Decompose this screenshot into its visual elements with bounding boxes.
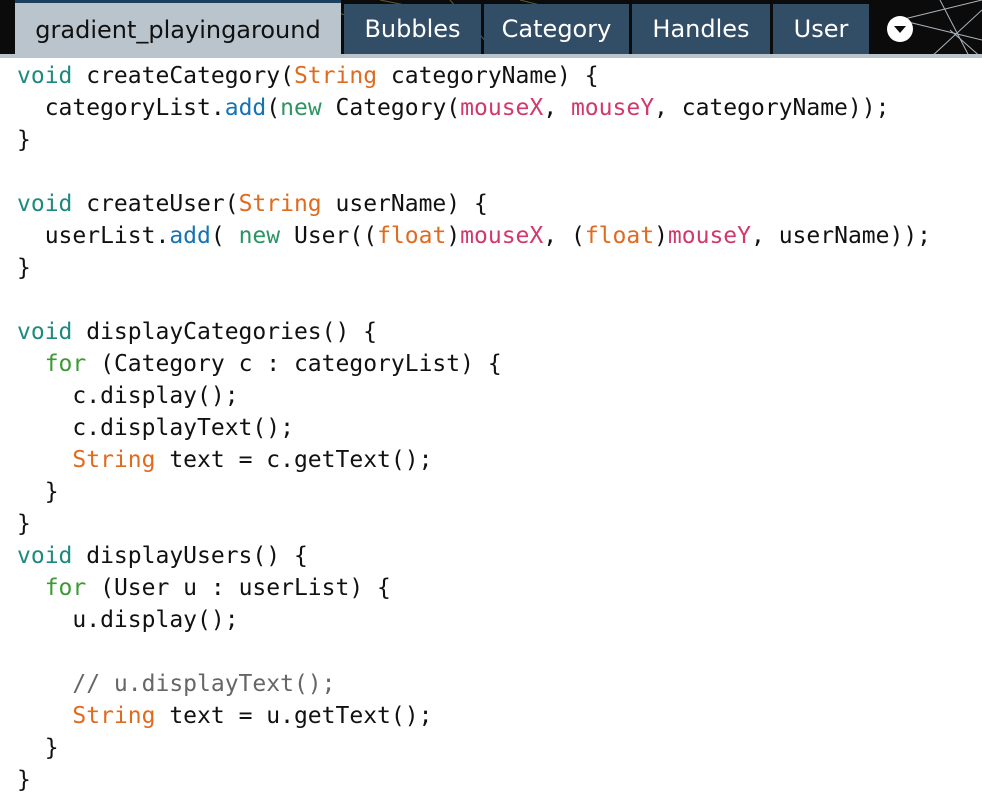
code-line[interactable] <box>17 284 982 316</box>
code-token: mouseX <box>460 95 544 121</box>
code-token: createUser( <box>72 191 239 217</box>
code-token: , <box>543 95 571 121</box>
code-line[interactable]: } <box>17 732 982 764</box>
code-line[interactable]: for (User u : userList) { <box>17 572 982 604</box>
code-token: } <box>17 511 31 537</box>
code-line[interactable]: } <box>17 476 982 508</box>
tab-handles[interactable]: Handles <box>632 4 770 54</box>
code-editor[interactable]: void createCategory(String categoryName)… <box>0 60 982 810</box>
code-token: categoryName) { <box>377 63 599 89</box>
code-token: userName) { <box>321 191 488 217</box>
code-token: } <box>17 255 31 281</box>
code-line[interactable]: void createUser(String userName) { <box>17 188 982 220</box>
code-token: , ( <box>543 223 585 249</box>
code-token: categoryList. <box>17 95 225 121</box>
code-token: new <box>280 95 322 121</box>
code-token: text = c.getText(); <box>155 447 433 473</box>
code-line[interactable] <box>17 636 982 668</box>
code-line[interactable]: userList.add( new User((float)mouseX, (f… <box>17 220 982 252</box>
code-token: String <box>238 191 322 217</box>
code-line[interactable]: for (Category c : categoryList) { <box>17 348 982 380</box>
code-token: (User u : userList) { <box>86 575 391 601</box>
code-token: ) <box>654 223 668 249</box>
tab-menu-button[interactable] <box>880 9 920 49</box>
code-token: , categoryName)); <box>654 95 890 121</box>
tab-category[interactable]: Category <box>484 4 629 54</box>
dropdown-arrow-icon <box>887 16 913 42</box>
code-token: (Category c : categoryList) { <box>86 351 502 377</box>
code-line[interactable]: void createCategory(String categoryName)… <box>17 60 982 92</box>
code-line[interactable]: // u.displayText(); <box>17 668 982 700</box>
code-line[interactable]: categoryList.add(new Category(mouseX, mo… <box>17 92 982 124</box>
code-token: void <box>17 319 73 345</box>
code-token: String <box>72 703 156 729</box>
code-token: void <box>17 543 73 569</box>
code-token: for <box>44 575 87 601</box>
code-token: User(( <box>280 223 378 249</box>
code-token: u.display(); <box>17 607 239 633</box>
code-token: String <box>72 447 156 473</box>
code-token: mouseY <box>667 223 752 249</box>
code-token: displayUsers() { <box>72 543 308 569</box>
tab-gradient-playingaround[interactable]: gradient_playingaround <box>15 0 341 54</box>
code-line[interactable]: } <box>17 124 982 156</box>
code-line[interactable]: } <box>17 508 982 540</box>
code-line[interactable]: u.display(); <box>17 604 982 636</box>
code-token: Category( <box>321 95 461 121</box>
code-token: void <box>17 63 73 89</box>
code-token: void <box>17 191 73 217</box>
code-token: String <box>293 63 378 89</box>
code-token: ( <box>210 223 239 249</box>
code-token: for <box>44 351 87 377</box>
code-token: add <box>224 95 267 121</box>
code-token: ( <box>266 95 281 121</box>
tab-underline <box>0 54 982 58</box>
code-token: new <box>238 223 281 249</box>
code-line[interactable]: c.display(); <box>17 380 982 412</box>
code-token: } <box>17 479 59 505</box>
tabs: gradient_playingaround Bubbles Category … <box>0 0 982 58</box>
code-token: float <box>584 223 655 249</box>
code-token: text = u.getText(); <box>155 703 433 729</box>
code-line[interactable]: String text = u.getText(); <box>17 700 982 732</box>
code-token: } <box>17 127 31 153</box>
code-line[interactable]: String text = c.getText(); <box>17 444 982 476</box>
code-line[interactable]: } <box>17 764 982 796</box>
code-token: float <box>377 223 447 249</box>
code-token: mouseY <box>570 95 655 121</box>
code-token: add <box>169 223 211 249</box>
tab-bar: gradient_playingaround Bubbles Category … <box>0 0 982 58</box>
code-line[interactable]: c.displayText(); <box>17 412 982 444</box>
code-token: } <box>17 767 31 793</box>
code-token: ) <box>446 223 461 249</box>
code-line[interactable] <box>17 156 982 188</box>
code-token: mouseX <box>460 223 544 249</box>
code-token: displayCategories() { <box>72 319 378 345</box>
code-token: // u.displayText(); <box>72 671 336 697</box>
tab-user[interactable]: User <box>773 4 869 54</box>
code-line[interactable]: void displayCategories() { <box>17 316 982 348</box>
code-token: , userName)); <box>751 223 932 249</box>
code-line[interactable]: } <box>17 252 982 284</box>
code-token: createCategory( <box>72 63 294 89</box>
code-line[interactable]: void displayUsers() { <box>17 540 982 572</box>
code-token: c.display(); <box>17 383 239 409</box>
tab-bubbles[interactable]: Bubbles <box>344 4 481 54</box>
code-token: c.displayText(); <box>17 415 294 441</box>
code-text[interactable]: void createCategory(String categoryName)… <box>0 60 982 796</box>
code-token: userList. <box>17 223 170 249</box>
code-token: } <box>17 735 59 761</box>
